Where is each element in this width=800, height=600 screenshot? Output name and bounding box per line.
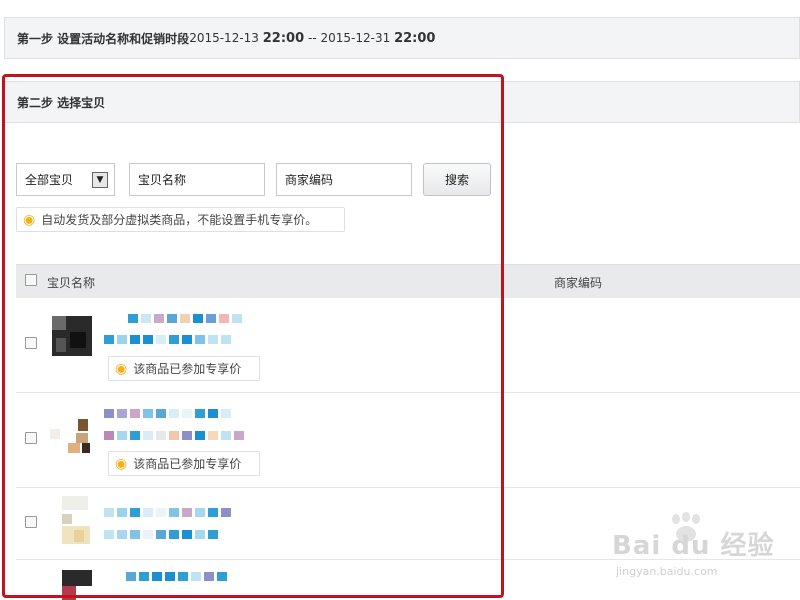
start-time: 22:00 bbox=[262, 30, 305, 46]
promotion-period: 2015-12-13 22:00 -- 2015-12-31 22:00 bbox=[189, 31, 435, 46]
column-header-merchant-code: 商家编码 bbox=[554, 276, 603, 290]
step-one-header: 第一步 设置活动名称和促销时段 2015-12-13 22:00 -- 2015… bbox=[4, 17, 800, 59]
watermark-logo: Bai du 经验 bbox=[612, 531, 775, 561]
step-one-title: 第一步 设置活动名称和促销时段 bbox=[17, 31, 190, 46]
search-button[interactable]: 搜索 bbox=[423, 163, 491, 196]
lightbulb-icon: ◉ bbox=[23, 211, 36, 228]
blurred-item-subtitle bbox=[104, 431, 247, 440]
step-two-header: 第二步 选择宝贝 bbox=[4, 81, 800, 123]
blurred-item-title bbox=[104, 508, 234, 517]
product-thumbnail bbox=[48, 494, 96, 546]
promo-joined-badge: ◉ 该商品已参加专享价 bbox=[108, 451, 260, 476]
blurred-item-title bbox=[126, 572, 230, 581]
dropdown-arrow-icon[interactable]: ▼ bbox=[92, 172, 108, 188]
start-date: 2015-12-13 bbox=[189, 30, 259, 45]
blurred-item-subtitle bbox=[104, 335, 234, 344]
row-checkbox[interactable] bbox=[25, 516, 37, 528]
item-filter-select[interactable]: 全部宝贝 ▼ bbox=[16, 163, 115, 196]
lightbulb-icon: ◉ bbox=[115, 455, 128, 472]
item-name-input[interactable]: 宝贝名称 bbox=[129, 163, 265, 196]
select-all-checkbox[interactable] bbox=[25, 274, 37, 286]
end-time: 22:00 bbox=[394, 30, 436, 46]
blurred-item-title bbox=[104, 409, 234, 418]
notice-tip: ◉ 自动发货及部分虚拟类商品，不能设置手机专享价。 bbox=[16, 207, 345, 232]
baidu-jingyan-watermark: Bai du 经验 jingyan.baidu.com bbox=[612, 525, 775, 578]
step-two-title: 第二步 选择宝贝 bbox=[17, 95, 106, 110]
watermark-url: jingyan.baidu.com bbox=[616, 565, 718, 578]
row-checkbox[interactable] bbox=[25, 432, 37, 444]
blurred-item-subtitle bbox=[104, 530, 221, 539]
promo-joined-badge: ◉ 该商品已参加专享价 bbox=[108, 356, 260, 381]
table-header: 宝贝名称 商家编码 bbox=[16, 264, 800, 298]
product-thumbnail bbox=[48, 568, 96, 600]
column-header-item-name: 宝贝名称 bbox=[47, 276, 96, 290]
notice-text: 自动发货及部分虚拟类商品，不能设置手机专享价。 bbox=[41, 213, 318, 227]
item-name-placeholder: 宝贝名称 bbox=[138, 173, 187, 187]
item-filter-value: 全部宝贝 bbox=[25, 173, 74, 187]
merchant-code-input[interactable]: 商家编码 bbox=[276, 163, 412, 196]
end-date: 2015-12-31 bbox=[320, 30, 391, 45]
table-row: ◉ 该商品已参加专享价 bbox=[16, 298, 800, 393]
product-thumbnail bbox=[48, 308, 96, 360]
date-separator: -- bbox=[307, 30, 317, 45]
lightbulb-icon: ◉ bbox=[115, 360, 128, 377]
promo-joined-text: 该商品已参加专享价 bbox=[133, 362, 242, 376]
promo-joined-text: 该商品已参加专享价 bbox=[133, 457, 242, 471]
merchant-code-placeholder: 商家编码 bbox=[285, 173, 334, 187]
blurred-item-title bbox=[128, 314, 245, 323]
table-row: ◉ 该商品已参加专享价 bbox=[16, 393, 800, 488]
product-thumbnail bbox=[48, 407, 96, 459]
row-checkbox[interactable] bbox=[25, 337, 37, 349]
